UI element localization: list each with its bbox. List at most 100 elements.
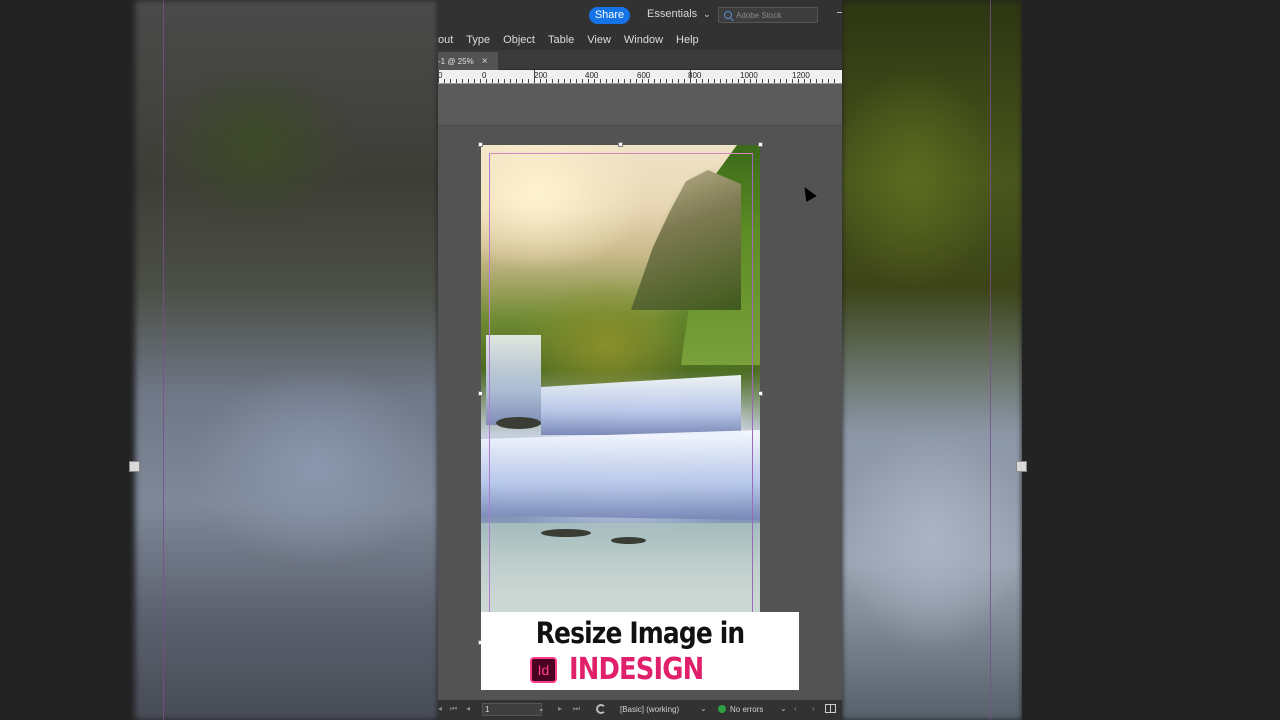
ruler-tick (600, 79, 601, 83)
ruler-tick (594, 79, 595, 83)
caption-title: Resize Image in (535, 616, 745, 650)
ruler-tick (612, 79, 613, 83)
image-frame[interactable] (481, 145, 760, 645)
right-selection-handle (1016, 461, 1027, 472)
preflight-profile[interactable]: [Basic] (working) (620, 705, 679, 714)
application-bar: Share Essentials ⌄ (438, 0, 842, 30)
menu-table[interactable]: Table (548, 34, 574, 46)
menu-layout[interactable]: out (438, 34, 453, 46)
ruler-tick (624, 79, 625, 83)
first-page-icon[interactable]: ⏮ (450, 704, 457, 714)
ruler-tick (750, 79, 751, 83)
workspace-label: Essentials (647, 8, 698, 20)
ruler-tick (630, 79, 631, 83)
left-blurred-waterfall (135, 0, 438, 720)
right-dark-band (1022, 0, 1280, 720)
workspace-switcher[interactable]: Essentials ⌄ (647, 8, 711, 20)
chevron-down-icon[interactable]: ⌄ (538, 704, 545, 713)
ruler-tick (606, 79, 607, 83)
share-button[interactable]: Share (589, 7, 630, 24)
ruler-tick (510, 79, 511, 83)
ruler-tick (726, 79, 727, 83)
ruler-tick (696, 79, 697, 83)
stock-search-input[interactable] (736, 10, 814, 20)
ruler-tick (798, 79, 799, 83)
ruler-tick (654, 79, 655, 83)
ruler-tick (804, 79, 805, 83)
chevron-down-icon[interactable]: ⌄ (780, 704, 787, 713)
ruler-tick (546, 79, 547, 83)
panel-layout-icon[interactable] (825, 704, 836, 713)
ruler-tick (720, 79, 721, 83)
preflight-icon[interactable] (596, 704, 606, 714)
ruler-tick (834, 79, 835, 83)
ruler-tick (570, 79, 571, 83)
ruler-tick (666, 79, 667, 83)
ruler-label: 1200 (792, 71, 810, 80)
preflight-status-dot (718, 705, 726, 713)
ruler-tick (492, 79, 493, 83)
menu-bar: out Type Object Table View Window Help (438, 30, 842, 50)
ruler-tick (504, 79, 505, 83)
ruler-tick (618, 79, 619, 83)
menu-type[interactable]: Type (466, 34, 490, 46)
menu-window[interactable]: Window (624, 34, 663, 46)
ruler-tick (762, 79, 763, 83)
resize-handle-middle-right[interactable] (758, 391, 763, 396)
tutorial-caption: Resize Image in Id INDESIGN (481, 612, 799, 690)
ruler-tick (648, 79, 649, 83)
indesign-logo-icon: Id (530, 657, 557, 683)
prev-arrow-icon[interactable]: ‹ (794, 704, 797, 713)
menu-object[interactable]: Object (503, 34, 535, 46)
prev-spread-icon[interactable]: ◂ (438, 704, 442, 713)
ruler-tick (810, 79, 811, 83)
ruler-tick (816, 79, 817, 83)
ruler-tick (438, 70, 439, 83)
ruler-tick (708, 79, 709, 83)
resize-handle-middle-left[interactable] (478, 391, 483, 396)
preflight-errors[interactable]: No errors (730, 705, 763, 714)
chevron-down-icon: ⌄ (703, 8, 711, 19)
resize-handle-top-middle[interactable] (618, 142, 623, 147)
last-page-icon[interactable]: ⏭ (573, 704, 580, 714)
left-guide-line (163, 0, 164, 720)
minimize-icon[interactable] (837, 12, 842, 13)
horizontal-ruler[interactable]: 0 0 200 400 600 800 1000 1200 (438, 70, 842, 84)
ruler-tick (462, 79, 463, 83)
ruler-tick (684, 79, 685, 83)
ruler-tick (768, 79, 769, 83)
left-blurred-background (0, 0, 438, 720)
previous-page-icon[interactable]: ◂ (466, 704, 470, 713)
adobe-stock-search[interactable] (718, 7, 818, 23)
ruler-tick (660, 79, 661, 83)
close-icon[interactable]: × (482, 56, 488, 67)
resize-handle-top-right[interactable] (758, 142, 763, 147)
status-bar: ◂ ⏮ ◂ ⌄ ▸ ⏭ [Basic] (working) ⌄ No error… (438, 700, 842, 720)
ruler-tick (714, 79, 715, 83)
ruler-tick (744, 79, 745, 83)
next-arrow-icon[interactable]: › (812, 704, 815, 713)
ruler-tick (588, 79, 589, 83)
ruler-tick (780, 79, 781, 83)
ruler-tick (522, 79, 523, 83)
ruler-tick (774, 79, 775, 83)
resize-handle-top-left[interactable] (478, 142, 483, 147)
ruler-tick (576, 79, 577, 83)
ruler-tick (468, 79, 469, 83)
ruler-tick (474, 79, 475, 83)
document-tab[interactable]: -1 @ 25% × (438, 52, 498, 70)
ruler-tick (822, 79, 823, 83)
next-page-icon[interactable]: ▸ (558, 704, 562, 713)
margin-guides (489, 153, 753, 645)
document-tab-title: -1 @ 25% (438, 56, 474, 66)
ruler-tick (582, 79, 583, 83)
ruler-tick (672, 79, 673, 83)
ruler-tick (480, 79, 481, 83)
menu-view[interactable]: View (587, 34, 611, 46)
ruler-tick (690, 70, 691, 83)
ruler-label: 400 (585, 71, 599, 80)
chevron-down-icon[interactable]: ⌄ (700, 704, 707, 713)
ruler-tick (558, 79, 559, 83)
page-number-field[interactable] (482, 703, 542, 716)
menu-help[interactable]: Help (676, 34, 699, 46)
